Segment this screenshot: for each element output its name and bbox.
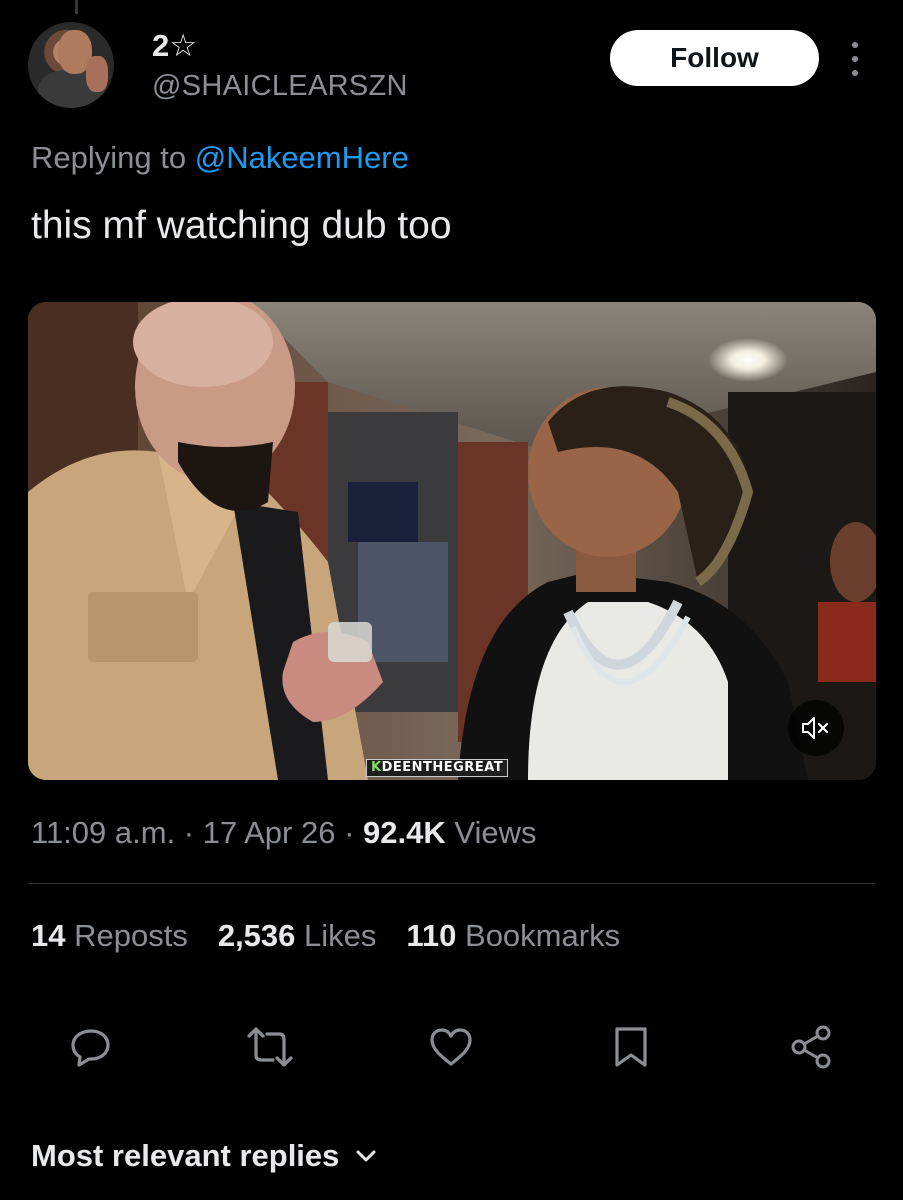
meta-separator: · [335, 815, 364, 850]
video-player[interactable] [28, 302, 876, 780]
author-display-name[interactable]: 2☆ [152, 28, 197, 64]
divider [28, 883, 875, 884]
repost-icon [247, 1027, 293, 1067]
bookmark-button[interactable] [606, 1022, 656, 1072]
share-button[interactable] [786, 1022, 836, 1072]
tweet-time[interactable]: 11:09 a.m. [31, 815, 175, 850]
mute-toggle-button[interactable] [788, 700, 844, 756]
avatar-hand [86, 56, 108, 92]
replies-sort-dropdown[interactable]: Most relevant replies [31, 1138, 377, 1174]
repost-button[interactable] [245, 1022, 295, 1072]
replying-to-line: Replying to @NakeemHere [31, 140, 409, 176]
views-count[interactable]: 92.4K [363, 815, 446, 850]
chevron-down-icon [356, 1150, 376, 1162]
reply-icon [71, 1029, 110, 1067]
more-dot [852, 56, 858, 62]
more-dot [852, 42, 858, 48]
tweet-text: this mf watching dub too [31, 204, 452, 247]
more-dot [852, 70, 858, 76]
stat-reposts[interactable]: 14 Reposts [31, 918, 188, 954]
video-frame [28, 302, 876, 780]
stat-label: Bookmarks [456, 918, 621, 953]
watermark-text: DEENTHEGREAT [381, 760, 504, 775]
stat-count: 2,536 [217, 918, 296, 953]
like-button[interactable] [426, 1022, 476, 1072]
stat-count: 110 [406, 918, 457, 953]
meta-separator: · [175, 815, 203, 850]
author-avatar[interactable] [28, 22, 114, 108]
share-icon [791, 1025, 831, 1069]
speaker-muted-icon [802, 717, 829, 739]
replying-to-mention[interactable]: @NakeemHere [195, 140, 409, 175]
watermark-k: K [371, 760, 382, 775]
stat-likes[interactable]: 2,536 Likes [218, 918, 377, 954]
follow-button[interactable]: Follow [610, 30, 819, 86]
bookmark-icon [615, 1027, 647, 1067]
like-icon [430, 1028, 472, 1066]
replying-to-prefix: Replying to [31, 140, 195, 175]
thread-connector-line [75, 0, 78, 14]
author-handle[interactable]: @SHAICLEARSZN [152, 70, 408, 103]
reply-button[interactable] [66, 1022, 116, 1072]
stat-label: Likes [295, 918, 377, 953]
tweet-date[interactable]: 17 Apr 26 [203, 815, 336, 850]
stat-count: 14 [31, 918, 66, 953]
more-options-icon[interactable] [842, 38, 868, 80]
engagement-stats: 14 Reposts 2,536 Likes 110 Bookmarks [31, 918, 620, 954]
video-watermark: KDEENTHEGREAT [366, 759, 509, 777]
replies-sort-label: Most relevant replies [31, 1138, 340, 1173]
views-label: Views [445, 815, 537, 850]
tweet-meta: 11:09 a.m. · 17 Apr 26 · 92.4K Views [31, 815, 537, 851]
stat-bookmarks[interactable]: 110 Bookmarks [406, 918, 620, 954]
stat-label: Reposts [65, 918, 188, 953]
